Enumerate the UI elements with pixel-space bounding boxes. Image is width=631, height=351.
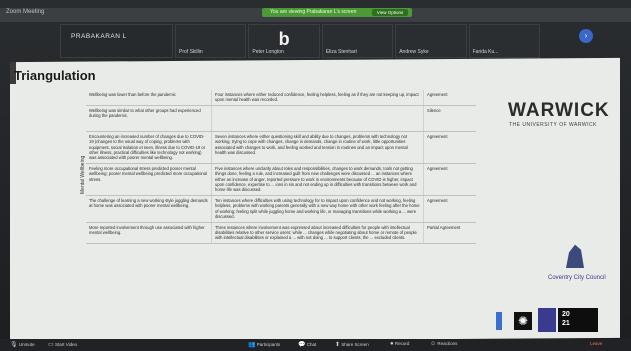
participant-tile[interactable]: PRABAKARAN L <box>60 24 174 58</box>
sharing-text: You are viewing Prabakaran L's screen <box>270 9 357 15</box>
evidence-cell: Four instances where either reduced conf… <box>211 90 423 105</box>
share-screen-icon: ⬆ <box>335 342 341 348</box>
partner-m-logo-icon <box>538 308 556 332</box>
unmute-button[interactable]: 🎙 Unmute <box>10 341 35 348</box>
table-row: Wellbeing was lower than before the pand… <box>86 90 476 106</box>
slide-title: Triangulation <box>14 68 96 83</box>
smiley-icon: ☺ <box>430 341 437 347</box>
people-icon: 👥 <box>248 342 256 348</box>
year-top: 20 <box>562 311 570 318</box>
evidence-cell: Three instances where involvement was ex… <box>211 222 423 243</box>
participant-name: Eliza Stenhart <box>325 49 357 55</box>
participant-tile[interactable]: Eliza Stenhart <box>321 24 394 58</box>
table-row: The challenge of learning a new working … <box>86 195 476 223</box>
finding-cell: Feeling more occupational stress predict… <box>89 165 208 182</box>
leave-button[interactable]: Leave <box>590 341 602 346</box>
participant-strip: PRABAKARAN L Prof Skillin b Peter Longto… <box>60 24 593 58</box>
participant-name: Andrew Syke <box>399 49 429 55</box>
camera-icon: ▭ <box>48 342 54 348</box>
participants-button[interactable]: 👥 Participants <box>248 341 280 348</box>
evidence-cell: Ten instances where difficulties with us… <box>211 195 423 222</box>
table-row: Wellbeing was similar to what other grou… <box>86 105 476 132</box>
partner-star-logo-icon: ✺ <box>514 312 532 330</box>
warwick-logo-text: WARWICK <box>508 100 610 121</box>
evidence-cell: Seven instances where either questioning… <box>211 131 423 163</box>
verdict-cell: Agreement <box>423 163 476 195</box>
finding-cell: Encountering an increased number of chan… <box>89 133 206 161</box>
view-options-button[interactable]: View Options <box>372 9 408 16</box>
city-of-culture-2021-logo: 20 21 <box>558 308 598 332</box>
participant-name: PRABAKARAN L <box>71 33 127 40</box>
microphone-icon: 🎙 <box>10 342 18 348</box>
share-screen-button[interactable]: ⬆ Share Screen <box>335 341 369 348</box>
table-row: More reported involvement through use as… <box>86 222 476 244</box>
participant-tile[interactable]: Farida Ku... › <box>468 24 593 58</box>
evidence-cell <box>211 105 423 131</box>
verdict-cell: Agreement <box>423 90 476 105</box>
reactions-button[interactable]: ☺ Reactions <box>430 341 457 347</box>
triangulation-table: Wellbeing was lower than before the pand… <box>86 90 476 244</box>
warwick-logo-subtitle: THE UNIVERSITY OF WARWICK <box>509 122 597 128</box>
chat-button[interactable]: 💬 Chat <box>298 341 316 348</box>
record-button[interactable]: ● Record <box>390 341 409 347</box>
verdict-cell: Agreement <box>423 131 476 163</box>
participant-tile[interactable]: Prof Skillin <box>175 24 247 58</box>
avatar: b <box>278 29 290 49</box>
partner-logo-bar-icon <box>496 312 502 330</box>
participant-tile[interactable]: Andrew Syke <box>395 24 467 58</box>
verdict-cell: Partial Agreement <box>423 222 476 243</box>
verdict-cell: Agreement <box>423 195 476 222</box>
year-bottom: 21 <box>562 320 570 327</box>
coventry-council-label: Coventry City Council <box>548 275 606 281</box>
finding-cell: More reported involvement through use as… <box>89 224 205 235</box>
participant-name: Prof Skillin <box>179 49 203 55</box>
zoom-window: Zoom Meeting You are viewing Prabakaran … <box>0 0 631 351</box>
table-row: Encountering an increased number of chan… <box>86 131 476 164</box>
participant-name: Peter Longton <box>252 49 284 55</box>
participant-name: Farida Ku... <box>472 49 499 55</box>
evidence-cell: Five instances where unclarity about rol… <box>211 163 423 195</box>
finding-cell: Wellbeing was similar to what other grou… <box>89 107 201 119</box>
record-icon: ● <box>390 341 394 347</box>
window-title: Zoom Meeting <box>6 9 45 15</box>
finding-cell: The challenge of learning a new working … <box>89 197 208 209</box>
participant-tile[interactable]: b Peter Longton <box>248 24 320 58</box>
next-page-icon[interactable]: › <box>578 29 593 43</box>
verdict-cell: Silence <box>423 105 476 131</box>
finding-cell: Wellbeing was lower than before the pand… <box>89 92 176 97</box>
table-row: Feeling more occupational stress predict… <box>86 163 476 196</box>
meeting-toolbar: 🎙 Unmute ▭ Start Video 👥 Participants 💬 … <box>0 339 631 351</box>
chat-icon: 💬 <box>298 342 306 348</box>
start-video-button[interactable]: ▭ Start Video <box>48 341 77 348</box>
